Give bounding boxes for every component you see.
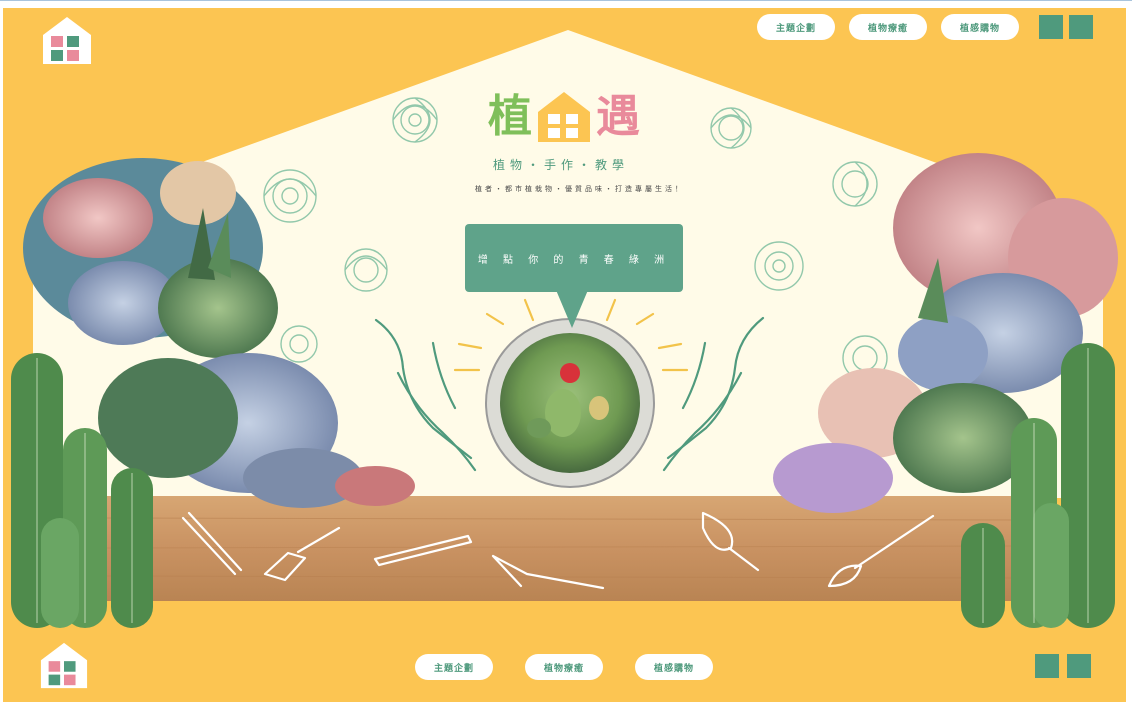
footer-nav-plant-shopping[interactable]: 植感購物 bbox=[635, 654, 713, 680]
square-button-2[interactable] bbox=[1069, 15, 1093, 39]
cta-bubble[interactable]: 增 點 你 的 青 春 綠 洲 bbox=[465, 224, 683, 292]
footer-square-button-1[interactable] bbox=[1035, 654, 1059, 678]
footer-nav-theme-planning[interactable]: 主題企劃 bbox=[415, 654, 493, 680]
nav-plant-healing[interactable]: 植物療癒 bbox=[849, 14, 927, 40]
nav-theme-planning[interactable]: 主題企劃 bbox=[757, 14, 835, 40]
square-button-1[interactable] bbox=[1039, 15, 1063, 39]
brand-char-1: 植 bbox=[488, 91, 532, 142]
footer-square-button-2[interactable] bbox=[1067, 654, 1091, 678]
wood-table bbox=[102, 496, 1029, 601]
footer: 主題企劃 植物療癒 植感購物 bbox=[3, 630, 1126, 702]
footer-nav-plant-healing[interactable]: 植物療癒 bbox=[525, 654, 603, 680]
hero-frame: 主題企劃 植物療癒 植感購物 植 遇 植物・手作・教學 植者・都市植栽物・優質品… bbox=[3, 8, 1126, 630]
nav-plant-shopping[interactable]: 植感購物 bbox=[941, 14, 1019, 40]
brand-house-icon bbox=[538, 92, 590, 142]
bubble-tail bbox=[556, 290, 588, 328]
brand-title: 植 遇 bbox=[488, 90, 640, 144]
top-border bbox=[0, 0, 1132, 8]
terrarium-icon bbox=[485, 318, 655, 488]
subline: 植者・都市植栽物・優質品味・打造專屬生活！ bbox=[475, 185, 685, 193]
house-logo-icon[interactable] bbox=[41, 14, 93, 66]
footer-house-logo-icon[interactable] bbox=[39, 640, 89, 690]
brand-char-3: 遇 bbox=[596, 91, 640, 142]
tagline: 植物・手作・教學 bbox=[493, 158, 630, 172]
